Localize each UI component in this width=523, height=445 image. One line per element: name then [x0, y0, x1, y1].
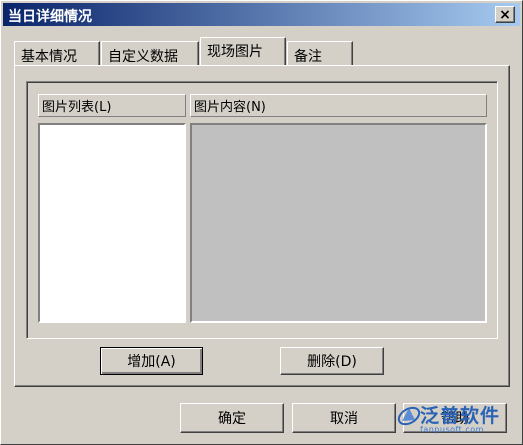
- title-bar[interactable]: 当日详细情况 ×: [3, 3, 520, 26]
- tab-label: 基本情况: [21, 49, 77, 65]
- picture-content-header: 图片内容(N): [190, 94, 487, 117]
- tab-notes[interactable]: 备注: [287, 41, 353, 65]
- tab-site-photos[interactable]: 现场图片: [200, 37, 286, 65]
- delete-button-label: 删除(D): [307, 354, 357, 370]
- ok-button[interactable]: 确定: [180, 403, 284, 433]
- add-button-label: 增加(A): [127, 354, 176, 370]
- close-button[interactable]: ×: [495, 6, 515, 23]
- add-button[interactable]: 增加(A): [100, 347, 203, 375]
- picture-preview[interactable]: [190, 123, 487, 323]
- dialog-window: 当日详细情况 × 基本情况 自定义数据 现场图片 备注 图片列表(L) 图片内容…: [0, 0, 523, 445]
- delete-button[interactable]: 删除(D): [280, 347, 384, 375]
- cancel-button[interactable]: 取消: [292, 403, 396, 433]
- tab-basic-info[interactable]: 基本情况: [14, 41, 100, 65]
- tab-custom-data[interactable]: 自定义数据: [101, 41, 199, 65]
- window-title: 当日详细情况: [8, 9, 92, 25]
- tab-label: 自定义数据: [108, 49, 178, 65]
- close-icon: ×: [499, 6, 511, 23]
- help-button[interactable]: 帮助: [403, 403, 507, 433]
- picture-list-label: 图片列表(L): [42, 100, 112, 115]
- ok-button-label: 确定: [218, 411, 246, 427]
- tab-label: 备注: [294, 49, 322, 65]
- cancel-button-label: 取消: [330, 411, 358, 427]
- tab-label: 现场图片: [207, 44, 263, 60]
- picture-list[interactable]: [38, 123, 186, 323]
- help-button-label: 帮助: [441, 411, 469, 427]
- picture-list-header: 图片列表(L): [38, 94, 186, 117]
- picture-content-label: 图片内容(N): [194, 100, 266, 115]
